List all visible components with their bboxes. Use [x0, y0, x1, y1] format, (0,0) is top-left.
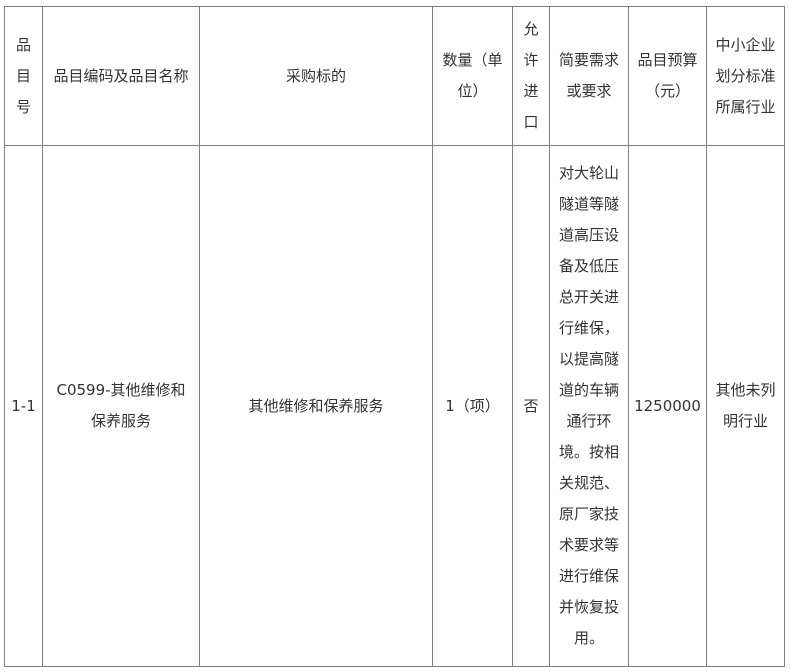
header-industry: 中小企业划分标准所属行业 [706, 6, 785, 146]
header-item-no: 品目号 [4, 6, 43, 146]
cell-item-code-name: C0599-其他维修和保养服务 [42, 145, 200, 667]
cell-item-no: 1-1 [4, 145, 43, 667]
cell-industry: 其他未列明行业 [706, 145, 785, 667]
header-target: 采购标的 [199, 6, 433, 146]
cell-budget: 1250000 [628, 145, 707, 667]
procurement-table: 品目号 品目编码及品目名称 采购标的 数量（单位） 允许进口 简要需求或要求 品… [4, 6, 785, 667]
table-header-row: 品目号 品目编码及品目名称 采购标的 数量（单位） 允许进口 简要需求或要求 品… [4, 6, 785, 146]
cell-requirements: 对大轮山隧道等隧道高压设备及低压总开关进行维保，以提高隧道的车辆通行环境。按相关… [549, 145, 629, 667]
header-quantity: 数量（单位） [432, 6, 513, 146]
header-item-code-name: 品目编码及品目名称 [42, 6, 200, 146]
table-row: 1-1 C0599-其他维修和保养服务 其他维修和保养服务 1（项） 否 对大轮… [4, 145, 785, 667]
cell-import-allowed: 否 [512, 145, 550, 667]
header-import-allowed: 允许进口 [512, 6, 550, 146]
cell-quantity: 1（项） [432, 145, 513, 667]
cell-target: 其他维修和保养服务 [199, 145, 433, 667]
header-requirements: 简要需求或要求 [549, 6, 629, 146]
procurement-sheet: 品目号 品目编码及品目名称 采购标的 数量（单位） 允许进口 简要需求或要求 品… [0, 0, 790, 672]
header-budget: 品目预算（元） [628, 6, 707, 146]
